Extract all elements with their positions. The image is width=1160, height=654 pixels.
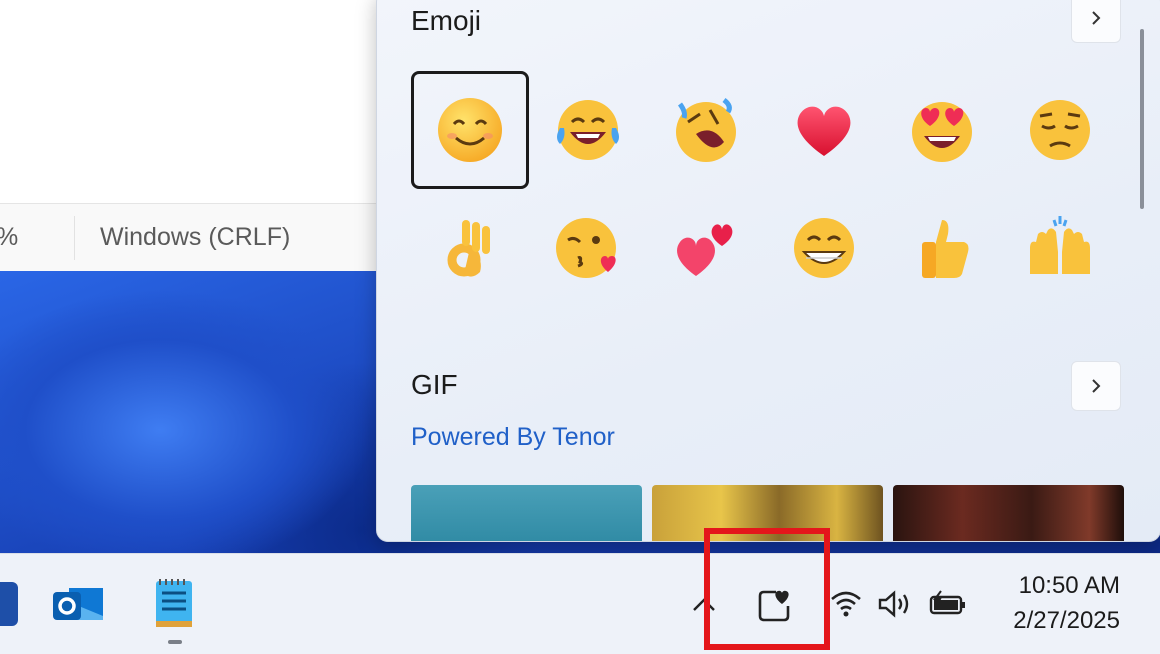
zoom-level: %: [0, 223, 18, 252]
emoji-section-title: Emoji: [411, 5, 482, 36]
partial-app-icon[interactable]: [0, 576, 26, 632]
outlook-icon[interactable]: [50, 576, 106, 632]
gif-thumbnail[interactable]: [411, 485, 642, 541]
emoji-tears-of-joy[interactable]: [529, 71, 647, 189]
ok-hand-icon: [447, 220, 490, 277]
notepad-app-icon: [156, 579, 192, 627]
taskbar: 10:50 AM 2/27/2025: [0, 553, 1160, 654]
emoji-panel-scrollbar[interactable]: [1140, 29, 1144, 209]
notepad-status-bar: % Windows (CRLF): [0, 203, 380, 271]
status-divider: [74, 216, 75, 260]
gif-more-button[interactable]: [1071, 361, 1121, 411]
face-with-tears-of-joy-icon: [557, 100, 619, 160]
emoji-heart-eyes[interactable]: [883, 71, 1001, 189]
battery-charging-icon: [929, 590, 965, 615]
grinning-face-icon: [794, 218, 854, 278]
highlight-annotation: [704, 528, 830, 650]
outlook-logo-icon: [53, 588, 103, 620]
emoji-pensive[interactable]: [1001, 71, 1119, 189]
emoji-smiling-face[interactable]: [411, 71, 529, 189]
line-ending-indicator: Windows (CRLF): [100, 223, 291, 251]
two-hearts-icon: [677, 224, 733, 276]
chevron-right-icon: [1092, 11, 1101, 25]
pensive-face-icon: [1030, 100, 1090, 160]
wifi-icon: [831, 591, 861, 617]
emoji-blowing-kiss[interactable]: [529, 189, 647, 307]
notepad-text-area[interactable]: [0, 0, 380, 203]
clock-date[interactable]: 2/27/2025: [980, 607, 1120, 635]
smiling-face-icon: [438, 98, 502, 162]
emoji-raising-hands[interactable]: [1001, 189, 1119, 307]
volume-button[interactable]: [866, 576, 922, 632]
volume-icon: [878, 590, 909, 618]
emoji-more-button[interactable]: [1071, 0, 1121, 43]
notepad-window: % Windows (CRLF): [0, 0, 380, 271]
emoji-thumbs-up[interactable]: [883, 189, 1001, 307]
clock-time[interactable]: 10:50 AM: [980, 572, 1120, 600]
powered-by-tenor-link[interactable]: Powered By Tenor: [411, 423, 615, 452]
rolling-on-floor-laughing-icon: [676, 98, 736, 162]
emoji-red-heart[interactable]: [765, 71, 883, 189]
chevron-right-icon: [1092, 379, 1101, 393]
thumbs-up-icon: [922, 220, 969, 278]
emoji-two-hearts[interactable]: [647, 189, 765, 307]
battery-button[interactable]: [920, 576, 976, 632]
heart-eyes-icon: [912, 102, 972, 162]
raising-hands-icon: [1030, 216, 1090, 274]
gif-thumbnail[interactable]: [893, 485, 1124, 541]
app-tile: [0, 582, 18, 626]
emoji-panel: Emoji GIF Powered By Tenor: [376, 0, 1160, 542]
face-blowing-kiss-icon: [556, 218, 616, 278]
running-indicator: [168, 640, 182, 644]
red-heart-icon: [797, 106, 851, 156]
emoji-rofl[interactable]: [647, 71, 765, 189]
gif-section-title: GIF: [411, 369, 458, 400]
notepad-icon[interactable]: [146, 576, 202, 632]
emoji-grinning[interactable]: [765, 189, 883, 307]
emoji-ok-hand[interactable]: [411, 189, 529, 307]
